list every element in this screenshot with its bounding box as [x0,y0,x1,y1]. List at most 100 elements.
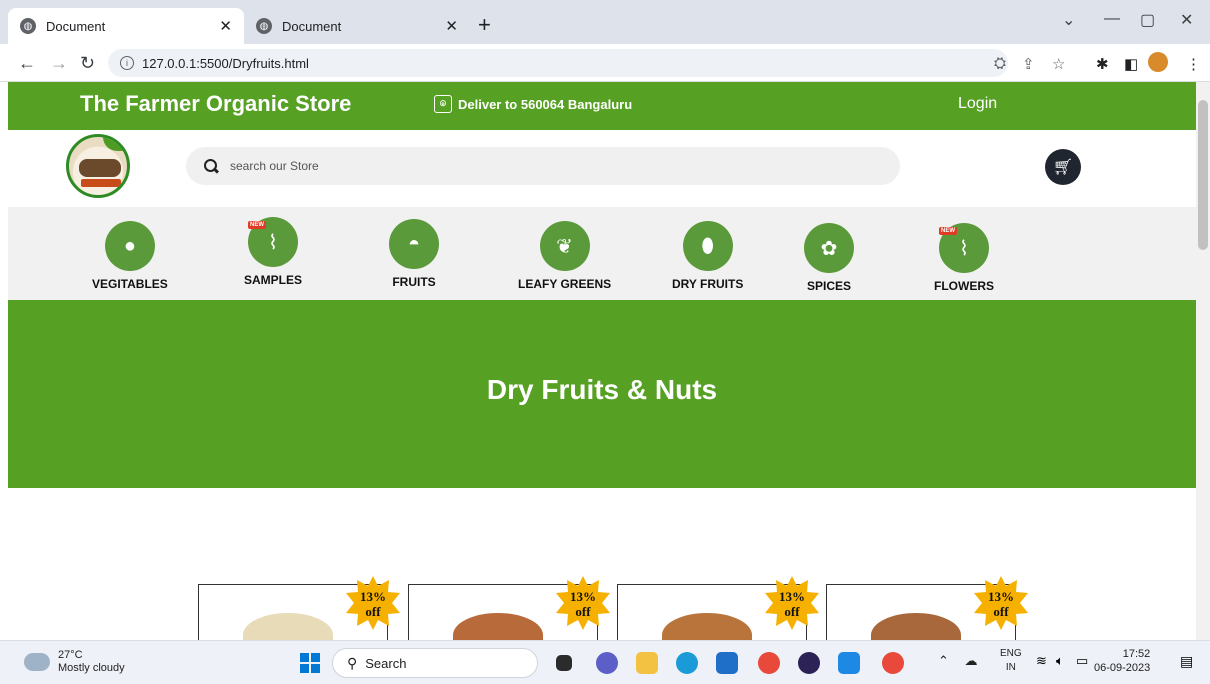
login-link[interactable]: Login [958,95,997,113]
weather-widget[interactable]: 27°C Mostly cloudy [24,647,125,675]
lang-top: ENG [1000,648,1022,659]
search-row: 🛒︎ [8,130,1196,207]
hero-banner: Dry Fruits & Nuts [8,300,1196,488]
discount-value: 13% [988,589,1014,604]
nuts-icon: ⬮ [682,221,733,271]
category-vegitables[interactable]: ● VEGITABLES [92,221,168,291]
windows-start-icon[interactable] [300,653,320,673]
search-icon [204,159,218,173]
category-label: FLOWERS [934,279,994,293]
volume-icon[interactable]: 🔈︎ [1056,653,1064,669]
category-label: LEAFY GREENS [518,277,612,291]
clock[interactable]: 17:52 06-09-2023 [1094,647,1150,675]
clock-time: 17:52 [1122,648,1151,660]
browser-tab-bar: ◍ Document ✕ ◍ Document ✕ + ⌄ — ▢ ✕ [0,0,1210,44]
chrome-profile-icon[interactable] [882,652,904,674]
fruit-basket-icon: ◓ [389,219,439,269]
onedrive-icon[interactable]: ☁ [965,653,978,668]
discount-value: 13% [779,589,805,604]
browser-tab-1[interactable]: ◍ Document ✕ [8,8,244,44]
category-label: SPICES [806,279,851,293]
scrollbar-thumb[interactable] [1198,100,1208,250]
edge-icon[interactable] [676,652,698,674]
bookmark-star-icon[interactable]: ☆ [1052,55,1065,73]
category-label: DRY FRUITS [672,277,744,291]
ginger-icon: ✿ [804,223,854,273]
reload-button[interactable]: ↻ [80,53,95,74]
close-window-button[interactable]: ✕ [1180,10,1193,30]
back-button[interactable]: ← [18,53,36,74]
cart-button[interactable]: 🛒︎ [1045,149,1081,185]
leaf-icon [103,137,125,151]
lang-bottom: IN [1005,662,1016,673]
new-tab-button[interactable]: + [478,12,491,38]
cart-icon: 🛒︎ [1052,159,1074,176]
tab-title: Document [282,18,342,34]
temperature: 27°C [58,649,83,661]
farmer-ox-icon [79,159,121,177]
browser-toolbar: ← → ↻ i 127.0.0.1:5500/Dryfruits.html ⛭ … [0,44,1210,82]
discount-off: off [365,604,381,619]
wifi-icon[interactable]: ≋ [1036,653,1047,669]
minimize-button[interactable]: — [1104,10,1120,28]
category-bar: ● VEGITABLES ⌇ NEW SAMPLES ◓ FRUITS ❦ LEA… [8,207,1196,300]
category-leafy-greens[interactable]: ❦ LEAFY GREENS [518,221,611,291]
task-view-icon[interactable] [556,655,572,671]
side-panel-icon[interactable]: ◧ [1124,55,1138,73]
tab-title: Document [46,18,106,34]
site-info-icon[interactable]: i [120,56,134,70]
os-taskbar: 27°C Mostly cloudy ⚲ Search ⌃ ☁ ENG IN ≋… [0,640,1210,684]
discount-badge: 13% off [765,576,819,630]
clock-date: 06-09-2023 [1094,662,1151,674]
category-samples[interactable]: ⌇ NEW SAMPLES [244,217,302,287]
new-badge: NEW [939,227,957,235]
browser-tab-2[interactable]: ◍ Document ✕ [244,8,470,44]
language-indicator[interactable]: ENG IN [1000,647,1022,675]
chrome-icon[interactable] [758,652,780,674]
notification-icon[interactable]: ▤ [1180,653,1193,670]
category-spices[interactable]: ✿ SPICES [804,223,854,293]
store-icon[interactable] [716,652,738,674]
close-icon[interactable]: ✕ [219,17,232,35]
globe-icon: ◍ [256,18,272,34]
vscode-icon[interactable] [838,652,860,674]
forward-button[interactable]: → [50,53,68,74]
cashew-image [243,613,333,640]
file-explorer-icon[interactable] [636,652,658,674]
discount-value: 13% [360,589,386,604]
url-text: 127.0.0.1:5500/Dryfruits.html [142,55,309,71]
search-input[interactable] [230,159,730,173]
translate-icon[interactable]: ⛭ [994,55,1006,72]
globe-icon: ◍ [20,18,36,34]
deliver-location[interactable]: ⌾ Deliver to 560064 Bangaluru [434,95,632,113]
category-flowers[interactable]: ⌇ NEW FLOWERS [934,223,994,293]
cloud-icon [24,647,50,671]
battery-icon[interactable]: ▭ [1076,653,1088,669]
store-name[interactable]: The Farmer Organic Store [80,91,351,117]
taskbar-search-label: Search [365,655,407,671]
menu-icon[interactable]: ⋮ [1186,55,1201,73]
category-fruits[interactable]: ◓ FRUITS [389,219,439,289]
dates-image [871,613,961,640]
taskbar-search[interactable]: ⚲ Search [332,648,538,678]
wheat-icon: ⌇ NEW [248,217,298,267]
page-viewport: The Farmer Organic Store ⌾ Deliver to 56… [8,82,1196,640]
weather-text: Mostly cloudy [58,662,125,674]
chevron-up-icon[interactable]: ⌃ [938,653,949,668]
discount-badge: 13% off [974,576,1028,630]
address-bar[interactable]: i 127.0.0.1:5500/Dryfruits.html [108,49,1008,77]
share-icon[interactable]: ⇪ [1022,55,1035,73]
category-dry-fruits[interactable]: ⬮ DRY FRUITS [672,221,743,291]
discount-badge: 13% off [556,576,610,630]
chat-icon[interactable] [596,652,618,674]
page-scrollbar[interactable] [1196,82,1210,640]
profile-avatar[interactable] [1148,52,1168,72]
restore-button[interactable]: ▢ [1140,10,1155,30]
extensions-icon[interactable]: ✱ [1096,55,1109,73]
close-icon[interactable]: ✕ [445,17,458,35]
eclipse-icon[interactable] [798,652,820,674]
store-logo[interactable] [66,134,130,198]
system-tray[interactable]: ⌃ ☁ [938,653,978,669]
search-bar[interactable] [186,147,900,185]
tab-search-icon[interactable]: ⌄ [1062,10,1075,30]
